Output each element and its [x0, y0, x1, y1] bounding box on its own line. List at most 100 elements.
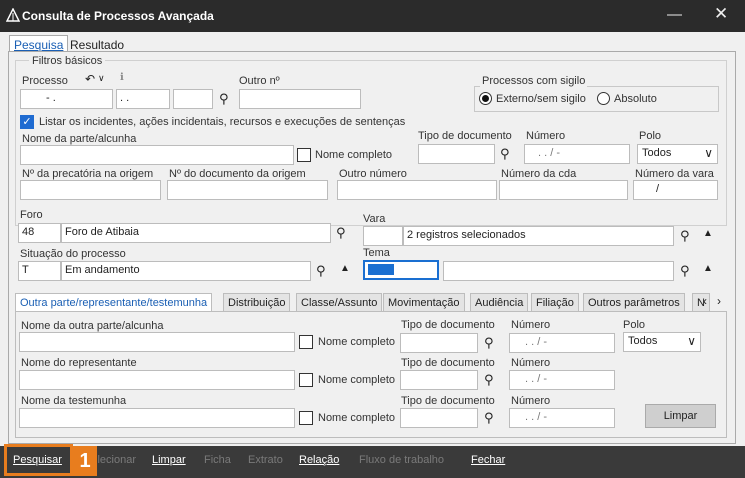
outra-parte-input[interactable]: [19, 332, 295, 352]
outra-parte-label: Nome da outra parte/alcunha: [21, 320, 164, 332]
tema-code-input[interactable]: [363, 260, 439, 280]
situacao-name-input[interactable]: Em andamento: [61, 261, 311, 281]
testemunha-input[interactable]: [19, 408, 295, 428]
window-body: Pesquisa Resultado Filtros básicos Proce…: [0, 32, 745, 446]
tipo-doc-input[interactable]: [418, 144, 495, 164]
subtab-filiacao[interactable]: Filiação: [531, 293, 579, 313]
listar-checkbox[interactable]: ✓: [20, 115, 34, 129]
tipo-doc-input[interactable]: [400, 370, 478, 390]
numero-input[interactable]: . . / -: [509, 408, 615, 428]
numero-cda-input[interactable]: [499, 180, 628, 200]
numero-cda-label: Número da cda: [501, 168, 577, 180]
radio-absoluto-label: Absoluto: [614, 93, 657, 105]
parte-label: Nome da parte/alcunha: [22, 133, 137, 145]
foro-code-input[interactable]: 48: [18, 223, 61, 243]
subtab-outros-parametros[interactable]: Outros parâmetros: [583, 293, 685, 313]
parte-input[interactable]: [20, 145, 294, 165]
minimize-icon[interactable]: —: [667, 6, 682, 23]
radio-externo-label: Externo/sem sigilo: [496, 93, 586, 105]
search-icon[interactable]: ⚲: [316, 263, 326, 279]
subtab-overflow[interactable]: N: [692, 293, 710, 313]
processo-input-3[interactable]: [173, 89, 213, 109]
situacao-code-input[interactable]: T: [18, 261, 61, 281]
representante-input[interactable]: [19, 370, 295, 390]
polo-label: Polo: [623, 319, 646, 331]
search-icon[interactable]: ⚲: [680, 228, 690, 244]
extrato-button[interactable]: Extrato: [248, 454, 283, 466]
filter-clear-icon[interactable]: ▲: [340, 263, 350, 274]
subtab-movimentacao[interactable]: Movimentação: [383, 293, 465, 313]
chevron-left-icon[interactable]: ‹: [703, 294, 707, 308]
tipo-doc-label: Tipo de documento: [401, 357, 495, 369]
polo-select[interactable]: Todos ∨: [623, 332, 701, 352]
numero-vara-label: Número da vara: [635, 168, 714, 180]
foro-name-input[interactable]: Foro de Atibaia: [61, 223, 331, 243]
numero-input[interactable]: . . / -: [524, 144, 630, 164]
nome-completo-label: Nome completo: [318, 336, 396, 348]
vara-name-input[interactable]: 2 registros selecionados: [403, 226, 674, 246]
outro-numero-input[interactable]: [337, 180, 497, 200]
polo-select[interactable]: Todos ∨: [637, 144, 718, 164]
nome-completo-checkbox[interactable]: [299, 335, 313, 349]
title-bar: Consulta de Processos Avançada — ✕: [0, 0, 745, 32]
search-icon[interactable]: ⚲: [500, 146, 510, 162]
outro-label: Outro nº: [239, 75, 280, 87]
radio-externo[interactable]: [479, 92, 492, 105]
search-icon[interactable]: ⚲: [484, 335, 494, 351]
chevron-right-icon[interactable]: ›: [717, 294, 721, 308]
numero-input[interactable]: . . / -: [509, 370, 615, 390]
nome-completo-label: Nome completo: [315, 149, 393, 161]
outro-input[interactable]: [239, 89, 361, 109]
tipo-doc-label: Tipo de documento: [401, 395, 495, 407]
representante-label: Nome do representante: [21, 357, 137, 369]
chevron-down-icon[interactable]: ∨: [98, 73, 105, 84]
precatoria-input[interactable]: [20, 180, 161, 200]
nome-completo-checkbox[interactable]: [297, 148, 311, 162]
relacao-button[interactable]: Relação: [299, 454, 339, 466]
subtab-distribuicao[interactable]: Distribuição: [223, 293, 291, 313]
processo-input-2[interactable]: . .: [116, 89, 170, 109]
nome-completo-label: Nome completo: [318, 412, 396, 424]
subtab-outra-parte[interactable]: Outra parte/representante/testemunha: [15, 293, 213, 312]
nome-completo-checkbox[interactable]: [299, 373, 313, 387]
ficha-button[interactable]: Ficha: [204, 454, 231, 466]
radio-absoluto[interactable]: [597, 92, 610, 105]
nome-completo-checkbox[interactable]: [299, 411, 313, 425]
filter-clear-icon[interactable]: ▲: [703, 228, 713, 239]
close-icon[interactable]: ✕: [714, 4, 728, 24]
limpar-button[interactable]: Limpar: [645, 404, 716, 428]
doc-origem-label: Nº do documento da origem: [169, 168, 306, 180]
testemunha-label: Nome da testemunha: [21, 395, 127, 407]
processo-input-1[interactable]: - .: [20, 89, 113, 109]
numero-input[interactable]: . . / -: [509, 333, 615, 353]
tipo-doc-label: Tipo de documento: [401, 319, 495, 331]
fechar-button[interactable]: Fechar: [471, 454, 505, 466]
filter-clear-icon[interactable]: ▲: [703, 263, 713, 274]
doc-origem-input[interactable]: [167, 180, 328, 200]
search-icon[interactable]: ⚲: [680, 263, 690, 279]
search-icon[interactable]: ⚲: [484, 410, 494, 426]
tipo-doc-input[interactable]: [400, 408, 478, 428]
numero-label: Número: [511, 319, 551, 331]
limpar-toolbar-button[interactable]: Limpar: [152, 454, 186, 466]
app-icon: [6, 8, 20, 22]
search-icon[interactable]: ⚲: [219, 91, 229, 107]
chevron-down-icon: ∨: [704, 146, 713, 160]
tema-name-input[interactable]: [443, 261, 674, 281]
info-icon: ℹ: [120, 72, 124, 83]
foro-label: Foro: [20, 209, 43, 221]
numero-vara-input[interactable]: /: [633, 180, 718, 200]
numero-label: Número: [511, 395, 551, 407]
outro-numero-label: Outro número: [339, 168, 407, 180]
search-icon[interactable]: ⚲: [484, 372, 494, 388]
vara-code-input[interactable]: [363, 226, 403, 246]
tipo-doc-input[interactable]: [400, 333, 478, 353]
fluxo-trabalho-button[interactable]: Fluxo de trabalho: [359, 454, 444, 466]
pesquisar-button[interactable]: Pesquisar: [13, 454, 62, 466]
search-icon[interactable]: ⚲: [336, 225, 346, 241]
listar-label: Listar os incidentes, ações incidentais,…: [39, 116, 406, 128]
subtab-classe-assunto[interactable]: Classe/Assunto: [296, 293, 383, 313]
undo-icon[interactable]: ↶: [85, 72, 95, 86]
subtab-audiencia[interactable]: Audiência: [470, 293, 529, 313]
selecionar-button[interactable]: Selecionar: [98, 454, 136, 466]
